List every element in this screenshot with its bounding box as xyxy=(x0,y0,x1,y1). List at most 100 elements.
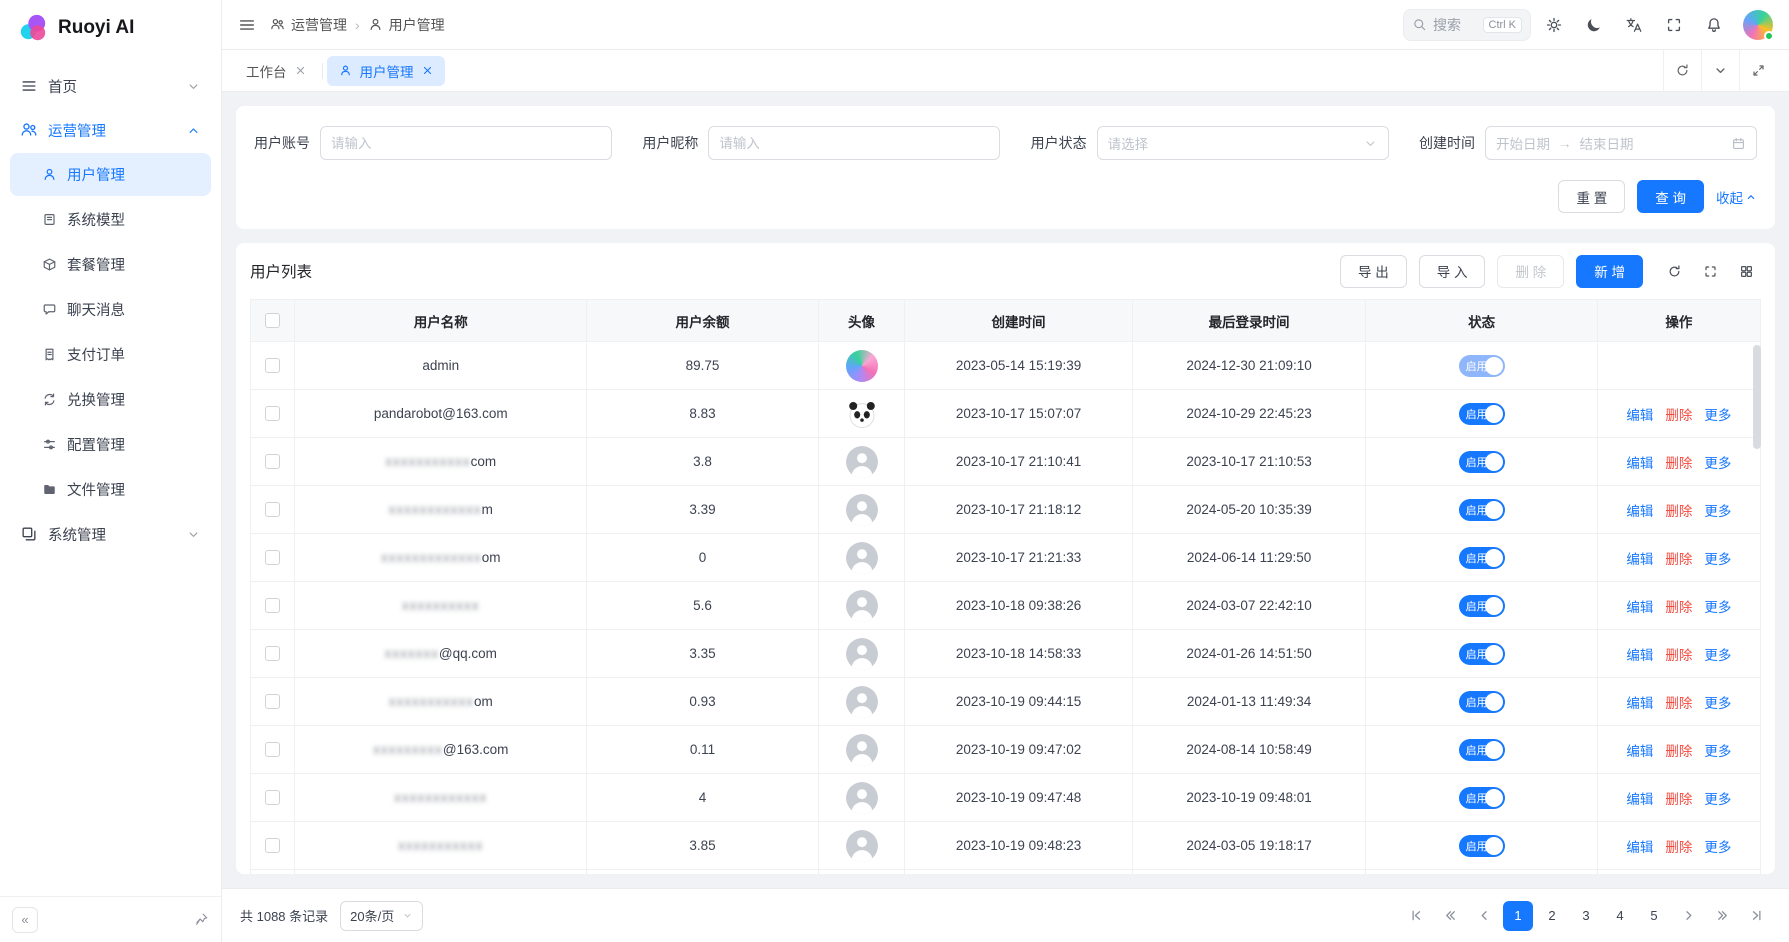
more-link[interactable]: 更多 xyxy=(1704,744,1731,759)
pin-icon[interactable] xyxy=(194,912,209,927)
tab-user-management[interactable]: 用户管理 xyxy=(327,56,445,86)
edit-link[interactable]: 编辑 xyxy=(1626,648,1653,663)
edit-link[interactable]: 编辑 xyxy=(1626,552,1653,567)
row-checkbox[interactable] xyxy=(265,646,280,661)
delete-link[interactable]: 删除 xyxy=(1665,696,1692,711)
sidebar-item-operations[interactable]: 运营管理 xyxy=(10,108,211,152)
more-link[interactable]: 更多 xyxy=(1704,600,1731,615)
settings-button[interactable] xyxy=(1537,8,1571,42)
page-button[interactable]: 1 xyxy=(1503,901,1533,931)
more-link[interactable]: 更多 xyxy=(1704,552,1731,567)
tab-workbench[interactable]: 工作台 xyxy=(234,56,318,86)
user-avatar[interactable] xyxy=(1743,10,1773,40)
delete-link[interactable]: 删除 xyxy=(1665,600,1692,615)
delete-link[interactable]: 删除 xyxy=(1665,648,1692,663)
delete-link[interactable]: 删除 xyxy=(1665,504,1692,519)
status-toggle[interactable]: 启用 xyxy=(1459,547,1505,569)
close-icon[interactable] xyxy=(422,65,433,76)
delete-link[interactable]: 删除 xyxy=(1665,552,1692,567)
refresh-table-button[interactable] xyxy=(1659,256,1689,286)
status-toggle[interactable]: 启用 xyxy=(1459,403,1505,425)
row-checkbox[interactable] xyxy=(265,598,280,613)
hamburger-menu-icon[interactable] xyxy=(238,16,256,34)
date-range-picker[interactable]: 开始日期 → 结束日期 xyxy=(1485,126,1757,160)
delete-button[interactable]: 删 除 xyxy=(1497,255,1564,288)
next-page-button[interactable] xyxy=(1673,901,1703,931)
status-toggle[interactable]: 启用 xyxy=(1459,691,1505,713)
edit-link[interactable]: 编辑 xyxy=(1626,408,1653,423)
row-checkbox[interactable] xyxy=(265,406,280,421)
delete-link[interactable]: 删除 xyxy=(1665,744,1692,759)
sidebar-item-package-management[interactable]: 套餐管理 xyxy=(10,243,211,286)
status-toggle[interactable]: 启用 xyxy=(1459,499,1505,521)
page-size-select[interactable]: 20条/页 xyxy=(340,901,423,931)
add-button[interactable]: 新 增 xyxy=(1576,255,1643,288)
reset-button[interactable]: 重 置 xyxy=(1558,180,1625,213)
notifications-button[interactable] xyxy=(1697,8,1731,42)
delete-link[interactable]: 删除 xyxy=(1665,408,1692,423)
tab-menu-button[interactable] xyxy=(1701,50,1739,91)
edit-link[interactable]: 编辑 xyxy=(1626,840,1653,855)
content-fullscreen-button[interactable] xyxy=(1739,50,1777,91)
prev-group-button[interactable] xyxy=(1435,901,1465,931)
delete-link[interactable]: 删除 xyxy=(1665,840,1692,855)
row-checkbox[interactable] xyxy=(265,550,280,565)
page-button[interactable]: 2 xyxy=(1537,901,1567,931)
delete-link[interactable]: 删除 xyxy=(1665,792,1692,807)
status-toggle[interactable]: 启用 xyxy=(1459,739,1505,761)
breadcrumb-item-operations[interactable]: 运营管理 xyxy=(270,15,347,35)
edit-link[interactable]: 编辑 xyxy=(1626,600,1653,615)
status-toggle[interactable]: 启用 xyxy=(1459,787,1505,809)
page-button[interactable]: 4 xyxy=(1605,901,1635,931)
sidebar-item-system-model[interactable]: 系统模型 xyxy=(10,198,211,241)
edit-link[interactable]: 编辑 xyxy=(1626,504,1653,519)
sidebar-item-payment-orders[interactable]: 支付订单 xyxy=(10,333,211,376)
row-checkbox[interactable] xyxy=(265,790,280,805)
status-toggle[interactable]: 启用 xyxy=(1459,643,1505,665)
refresh-tab-button[interactable] xyxy=(1663,50,1701,91)
query-button[interactable]: 查 询 xyxy=(1637,180,1704,213)
prev-page-button[interactable] xyxy=(1469,901,1499,931)
more-link[interactable]: 更多 xyxy=(1704,408,1731,423)
more-link[interactable]: 更多 xyxy=(1704,840,1731,855)
row-checkbox[interactable] xyxy=(265,838,280,853)
row-checkbox[interactable] xyxy=(265,358,280,373)
edit-link[interactable]: 编辑 xyxy=(1626,456,1653,471)
sidebar-collapse-button[interactable]: « xyxy=(12,907,38,933)
export-button[interactable]: 导 出 xyxy=(1340,255,1407,288)
global-search[interactable]: 搜索 Ctrl K xyxy=(1403,9,1531,41)
status-toggle[interactable]: 启用 xyxy=(1459,355,1505,377)
edit-link[interactable]: 编辑 xyxy=(1626,696,1653,711)
edit-link[interactable]: 编辑 xyxy=(1626,744,1653,759)
more-link[interactable]: 更多 xyxy=(1704,504,1731,519)
more-link[interactable]: 更多 xyxy=(1704,456,1731,471)
fullscreen-button[interactable] xyxy=(1657,8,1691,42)
select-all-checkbox[interactable] xyxy=(265,313,280,328)
dark-mode-button[interactable] xyxy=(1577,8,1611,42)
status-select[interactable]: 请选择 xyxy=(1097,126,1389,160)
nickname-input[interactable] xyxy=(708,126,1000,160)
page-button[interactable]: 5 xyxy=(1639,901,1669,931)
status-toggle[interactable]: 启用 xyxy=(1459,595,1505,617)
collapse-filter-link[interactable]: 收起 xyxy=(1716,187,1757,207)
delete-link[interactable]: 删除 xyxy=(1665,456,1692,471)
table-fullscreen-button[interactable] xyxy=(1695,256,1725,286)
sidebar-item-home[interactable]: 首页 xyxy=(10,64,211,108)
more-link[interactable]: 更多 xyxy=(1704,696,1731,711)
status-toggle[interactable]: 启用 xyxy=(1459,451,1505,473)
status-toggle[interactable]: 启用 xyxy=(1459,835,1505,857)
row-checkbox[interactable] xyxy=(265,454,280,469)
language-button[interactable] xyxy=(1617,8,1651,42)
row-checkbox[interactable] xyxy=(265,694,280,709)
sidebar-item-chat-messages[interactable]: 聊天消息 xyxy=(10,288,211,331)
close-icon[interactable] xyxy=(295,65,306,76)
row-checkbox[interactable] xyxy=(265,742,280,757)
last-page-button[interactable] xyxy=(1741,901,1771,931)
next-group-button[interactable] xyxy=(1707,901,1737,931)
breadcrumb-item-user-management[interactable]: 用户管理 xyxy=(368,15,445,35)
first-page-button[interactable] xyxy=(1401,901,1431,931)
account-input[interactable] xyxy=(320,126,612,160)
column-settings-button[interactable] xyxy=(1731,256,1761,286)
more-link[interactable]: 更多 xyxy=(1704,648,1731,663)
row-checkbox[interactable] xyxy=(265,502,280,517)
